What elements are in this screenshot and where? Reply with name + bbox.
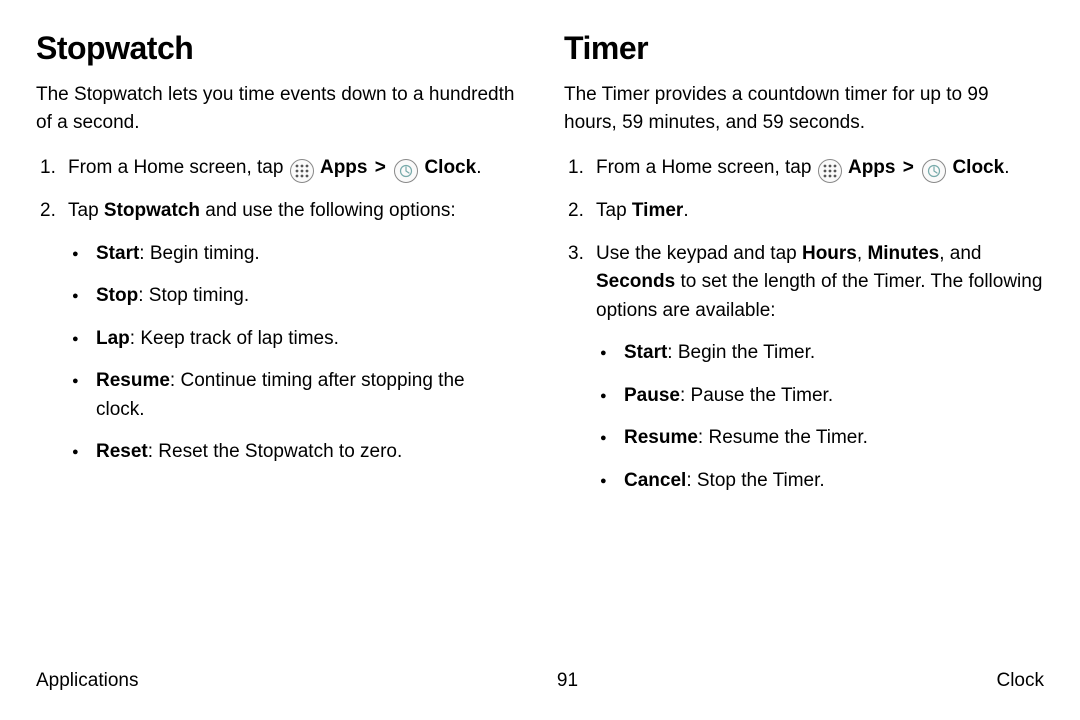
stopwatch-steps: From a Home screen, tap Apps > [36,154,516,467]
chevron-icon: > [903,157,914,178]
timer-heading: Timer [564,30,1044,67]
timer-step-3: Use the keypad and tap Hours, Minutes, a… [564,240,1044,496]
stopwatch-heading: Stopwatch [36,30,516,67]
apps-label: Apps [848,157,896,178]
clock-label: Clock [952,157,1004,178]
timer-options-list: Start: Begin the Timer. Pause: Pause the… [596,339,1044,495]
list-item: Reset: Reset the Stopwatch to zero. [68,438,516,467]
timer-intro: The Timer provides a countdown timer for… [564,81,1044,136]
timer-steps: From a Home screen, tap Apps > [564,154,1044,495]
clock-icon [394,159,418,183]
list-item: Resume: Resume the Timer. [596,424,1044,453]
list-item: Start: Begin the Timer. [596,339,1044,368]
footer-left: Applications [36,670,138,692]
list-item: Stop: Stop timing. [68,282,516,311]
timer-step-2: Tap Timer. [564,197,1044,226]
list-item: Cancel: Stop the Timer. [596,467,1044,496]
clock-icon [922,159,946,183]
chevron-icon: > [375,157,386,178]
list-item: Resume: Continue timing after stopping t… [68,367,516,424]
list-item: Start: Begin timing. [68,240,516,269]
stopwatch-options-list: Start: Begin timing. Stop: Stop timing. … [68,240,516,467]
clock-label: Clock [424,157,476,178]
list-item: Lap: Keep track of lap times. [68,325,516,354]
stopwatch-step-1: From a Home screen, tap Apps > [36,154,516,183]
footer-page-number: 91 [557,670,578,692]
stopwatch-step-2: Tap Stopwatch and use the following opti… [36,197,516,467]
apps-label: Apps [320,157,368,178]
stopwatch-section: Stopwatch The Stopwatch lets you time ev… [36,30,516,509]
apps-icon [290,159,314,183]
apps-icon [818,159,842,183]
list-item: Pause: Pause the Timer. [596,382,1044,411]
timer-step-1: From a Home screen, tap Apps > [564,154,1044,183]
stopwatch-intro: The Stopwatch lets you time events down … [36,81,516,136]
footer-right: Clock [996,670,1044,692]
page-footer: Applications 91 Clock [36,670,1044,692]
timer-section: Timer The Timer provides a countdown tim… [564,30,1044,509]
